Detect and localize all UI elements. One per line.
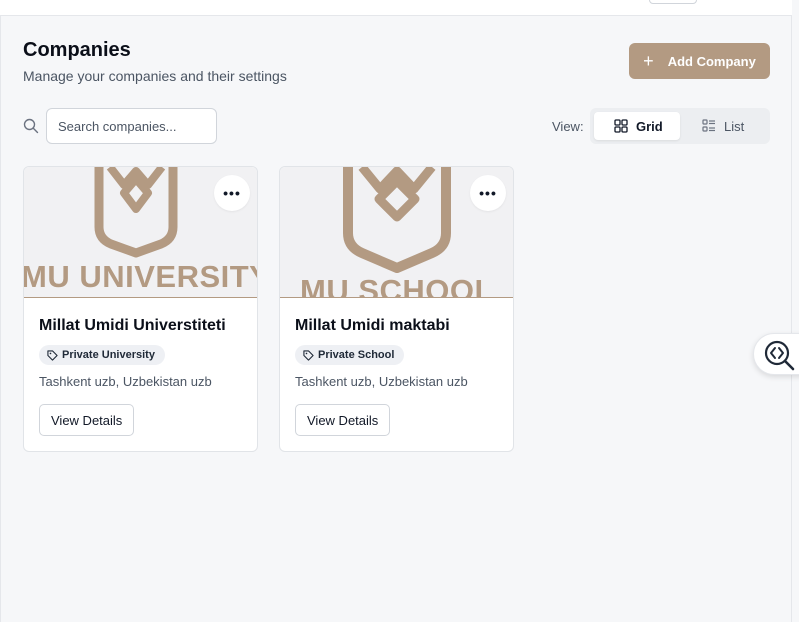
top-bar-button[interactable]: [649, 0, 697, 4]
company-location: Tashkent uzb, Uzbekistan uzb: [295, 374, 468, 389]
company-type-badge: Private School: [295, 345, 405, 365]
code-search-button[interactable]: [753, 333, 799, 375]
list-view-label: List: [724, 118, 745, 134]
list-view-button[interactable]: List: [684, 112, 766, 140]
add-company-button[interactable]: + Add Company: [629, 43, 770, 79]
page-title: Companies: [23, 39, 131, 61]
left-divider: [0, 16, 1, 622]
search-icon: [23, 118, 39, 134]
ellipsis-icon[interactable]: •••: [470, 175, 506, 211]
code-search-icon: [764, 340, 795, 371]
grid-view-button[interactable]: Grid: [594, 112, 680, 140]
view-details-button[interactable]: View Details: [39, 404, 135, 436]
company-card: MU UNIVERSITY ••• Millat Umidi Universti…: [23, 166, 258, 452]
search-input[interactable]: [46, 108, 217, 144]
company-card: MU SCHOOL ••• Millat Umidi maktabi Priva…: [279, 166, 514, 452]
plus-icon: +: [643, 51, 654, 71]
company-logo: MU UNIVERSITY •••: [24, 167, 257, 298]
logo-wordmark: MU UNIVERSITY: [24, 259, 257, 294]
logo-wordmark: MU SCHOOL: [300, 273, 494, 298]
company-logo: MU SCHOOL •••: [280, 167, 513, 298]
tag-icon: [303, 349, 314, 361]
right-divider: [791, 16, 792, 622]
top-bar: [0, 0, 792, 16]
company-type-label: Private University: [62, 349, 155, 361]
company-location: Tashkent uzb, Uzbekistan uzb: [39, 374, 212, 389]
grid-view-label: Grid: [636, 118, 663, 134]
view-toggle: Grid List: [590, 108, 770, 144]
company-type-badge: Private University: [39, 345, 165, 365]
add-company-label: Add Company: [667, 53, 756, 69]
company-type-label: Private School: [318, 349, 395, 361]
view-label: View:: [552, 119, 584, 134]
view-details-button[interactable]: View Details: [295, 404, 391, 436]
company-name: Millat Umidi maktabi: [295, 317, 450, 334]
page-subtitle: Manage your companies and their settings: [23, 68, 287, 84]
grid-icon: [614, 119, 628, 133]
ellipsis-icon[interactable]: •••: [214, 175, 250, 211]
tag-icon: [47, 349, 58, 361]
company-name: Millat Umidi Universtiteti: [39, 317, 226, 334]
list-icon: [702, 119, 715, 132]
